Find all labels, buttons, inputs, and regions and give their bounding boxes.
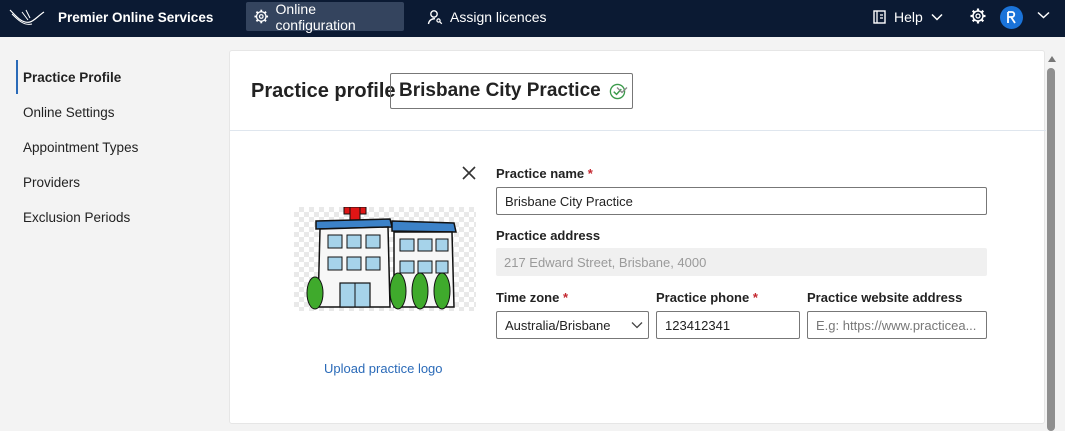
practice-logo-image <box>294 206 476 311</box>
time-zone-select[interactable]: Australia/Brisbane <box>496 311 649 339</box>
brand-logo-icon[interactable] <box>8 6 46 30</box>
user-avatar[interactable] <box>1000 6 1023 29</box>
help-label: Help <box>894 8 923 25</box>
help-book-icon <box>873 9 886 24</box>
practice-website-input[interactable]: E.g: https://www.practicea... <box>807 311 987 339</box>
practice-name-label: Practice name * <box>496 166 593 181</box>
practice-website-label: Practice website address <box>807 290 963 305</box>
sidebar-item-providers[interactable]: Providers <box>16 165 216 199</box>
nav-assign-licences[interactable]: Assign licences <box>419 2 555 31</box>
scroll-up-arrow-icon[interactable] <box>1048 56 1056 62</box>
practice-address-input: 217 Edward Street, Brisbane, 4000 <box>496 248 987 276</box>
practice-name-input[interactable]: Brisbane City Practice <box>496 187 987 215</box>
page-title: Practice profile <box>251 80 396 102</box>
time-zone-value: Australia/Brisbane <box>505 317 611 333</box>
user-avatar-icon <box>1007 11 1016 24</box>
settings-gear-icon[interactable] <box>970 8 986 24</box>
time-zone-label: Time zone * <box>496 290 568 305</box>
nav-online-configuration-label: Online configuration <box>275 0 356 33</box>
practice-phone-label-text: Practice phone <box>656 290 750 305</box>
practice-selector[interactable]: Brisbane City Practice <box>390 73 633 109</box>
required-marker: * <box>752 290 758 305</box>
required-marker: * <box>562 290 569 305</box>
user-key-icon <box>427 9 443 24</box>
chevron-down-icon <box>931 13 943 21</box>
time-zone-label-text: Time zone <box>496 290 560 305</box>
gear-icon <box>254 9 269 24</box>
scrollbar-thumb[interactable] <box>1047 68 1055 431</box>
panel-header: Practice profile Brisbane City Practice <box>230 51 1046 131</box>
practice-selector-value: Brisbane City Practice <box>399 80 601 101</box>
account-chevron-down-icon[interactable] <box>1037 11 1050 19</box>
sidebar: Practice Profile Online Settings Appoint… <box>0 37 228 431</box>
chevron-down-icon <box>631 322 643 329</box>
upload-practice-logo-link[interactable]: Upload practice logo <box>324 361 443 376</box>
practice-address-label: Practice address <box>496 228 601 243</box>
nav-online-configuration[interactable]: Online configuration <box>246 0 404 33</box>
practice-profile-panel: Practice profile Brisbane City Practice <box>229 50 1046 424</box>
sidebar-item-practice-profile[interactable]: Practice Profile <box>16 60 216 94</box>
app-name: Premier Online Services <box>58 10 214 25</box>
practice-phone-input[interactable]: 123412341 <box>656 311 800 339</box>
help-menu[interactable]: Help <box>866 2 949 31</box>
top-bar: Premier Online Services Online configura… <box>0 0 1065 37</box>
chevron-down-icon <box>616 87 628 94</box>
practice-name-label-text: Practice name <box>496 166 585 181</box>
sidebar-item-exclusion-periods[interactable]: Exclusion Periods <box>16 200 216 234</box>
sidebar-item-online-settings[interactable]: Online Settings <box>16 95 216 129</box>
sidebar-item-appointment-types[interactable]: Appointment Types <box>16 130 216 164</box>
nav-assign-licences-label: Assign licences <box>450 8 547 25</box>
required-marker: * <box>587 166 593 181</box>
remove-logo-close-icon[interactable] <box>461 165 477 181</box>
hospital-building-icon <box>306 206 457 310</box>
practice-phone-label: Practice phone * <box>656 290 758 305</box>
